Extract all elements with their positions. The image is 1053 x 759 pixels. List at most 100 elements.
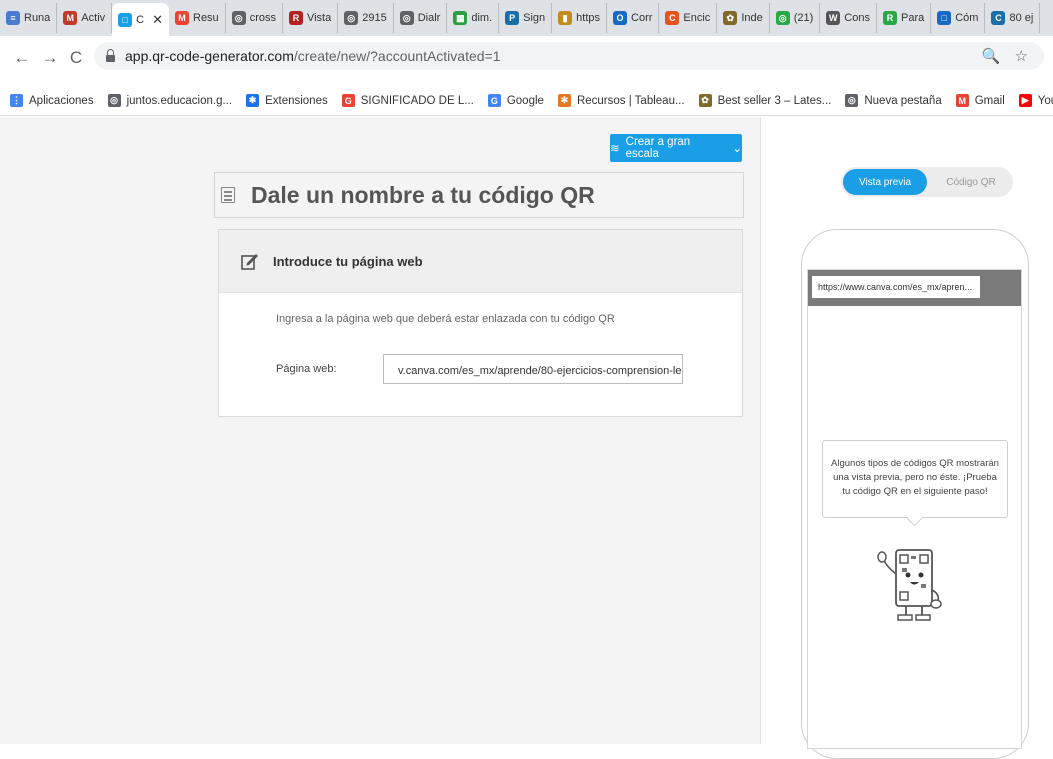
browser-tab[interactable]: ▮ https	[552, 3, 608, 33]
bookmark-label: YouTube	[1037, 94, 1053, 107]
bookmark-label: juntos.educacion.g...	[126, 94, 233, 107]
browser-tab[interactable]: ▦ dim.	[447, 3, 500, 33]
layers-icon: ≋	[610, 143, 620, 155]
bulk-create-button[interactable]: ≋ Crear a gran escala ⌄	[610, 134, 742, 162]
tab-favicon-icon: M	[63, 11, 78, 25]
bookmark-icon: G	[487, 94, 501, 107]
qr-name-input[interactable]: Dale un nombre a tu código QR	[214, 172, 744, 218]
phone-screen: https://www.canva.com/es_mx/apren... Alg…	[807, 269, 1022, 749]
address-bar[interactable]: app.qr-code-generator.com/create/new/?ac…	[94, 42, 1044, 70]
tab-favicon-icon: M	[175, 11, 189, 25]
bookmark-item[interactable]: ✱ Extensiones	[246, 94, 328, 107]
tab-label: Vista	[306, 12, 332, 24]
chevron-down-icon: ⌄	[732, 143, 742, 155]
tab-qr-code[interactable]: Código QR	[931, 169, 1011, 195]
qr-name-placeholder: Dale un nombre a tu código QR	[251, 182, 595, 208]
bookmark-item[interactable]: ⋮ Aplicaciones	[10, 94, 94, 107]
browser-toolbar: ← → C app.qr-code-generator.com/create/n…	[0, 36, 1053, 86]
bookmark-item[interactable]: M Gmail	[955, 94, 1005, 107]
website-card-header[interactable]: Introduce tu página web	[219, 230, 742, 293]
bookmark-item[interactable]: ◎ juntos.educacion.g...	[107, 94, 233, 107]
bookmark-label: Google	[506, 94, 544, 107]
tab-favicon-icon: ◎	[231, 11, 246, 25]
document-icon	[221, 187, 235, 203]
phone-url: https://www.canva.com/es_mx/apren...	[812, 276, 980, 298]
bookmark-label: Extensiones	[265, 94, 328, 107]
tab-label: cross	[249, 12, 276, 24]
website-card-description: Ingresa a la página web que deberá estar…	[276, 313, 615, 325]
tab-label: 80 ej	[1009, 12, 1034, 24]
browser-tab[interactable]: ✿ Inde	[717, 3, 770, 33]
bookmark-label: Aplicaciones	[29, 94, 94, 107]
bookmark-icon: ⋮	[10, 94, 23, 107]
website-card-title: Introduce tu página web	[273, 254, 423, 269]
tab-label: Runa	[24, 12, 51, 24]
bookmark-icon: M	[955, 94, 969, 107]
bookmark-item[interactable]: G Google	[487, 94, 544, 107]
tab-favicon-icon: ◎	[775, 11, 790, 25]
tab-favicon-icon: □	[937, 11, 952, 25]
tab-label: C	[136, 13, 145, 26]
tab-label: Dialr	[417, 12, 441, 24]
tab-label: dim.	[471, 12, 493, 24]
website-url-label: Página web:	[276, 363, 337, 375]
tab-label: Inde	[741, 12, 763, 24]
website-url-input[interactable]: v.canva.com/es_mx/aprende/80-ejercicios-…	[383, 354, 683, 384]
tab-favicon-icon: P	[505, 11, 520, 25]
editor-pane: ≋ Crear a gran escala ⌄ Dale un nombre a…	[0, 117, 760, 744]
bookmark-icon: ✿	[698, 94, 712, 107]
preview-toggle: Vista previa Código QR	[841, 167, 1013, 197]
browser-tab[interactable]: R Para	[877, 3, 932, 33]
bookmark-star-icon[interactable]: ☆	[1015, 47, 1028, 65]
tab-label: Encic	[683, 12, 711, 24]
back-icon[interactable]: ←	[12, 48, 32, 68]
bookmark-label: SIGNIFICADO DE L...	[360, 94, 474, 107]
zoom-icon[interactable]: 🔍	[982, 47, 1001, 65]
edit-icon	[241, 254, 258, 270]
tab-favicon-icon: R	[288, 11, 303, 25]
browser-tab[interactable]: P Sign	[499, 3, 553, 33]
browser-tab[interactable]: ◎ 2915	[338, 3, 394, 33]
browser-tab[interactable]: ≡ Runa	[0, 3, 58, 33]
tab-label: Cons	[844, 12, 870, 24]
tab-label: Sign	[523, 12, 546, 24]
browser-tab[interactable]: □ C ✕	[112, 3, 169, 36]
bookmarks-bar: ⋮ Aplicaciones ◎ juntos.educacion.g... ✱ Exte…	[0, 86, 1053, 116]
qr-mascot-icon	[877, 549, 942, 621]
tab-label: (21)	[793, 12, 814, 24]
bookmark-item[interactable]: G SIGNIFICADO DE L...	[341, 94, 474, 107]
browser-tab[interactable]: W Cons	[820, 3, 877, 33]
tab-favicon-icon: R	[882, 11, 897, 25]
close-tab-icon[interactable]: ✕	[152, 12, 163, 28]
browser-tab[interactable]: C 80 ej	[985, 3, 1041, 33]
tab-label: Cóm	[955, 12, 979, 24]
browser-tab[interactable]: O Corr	[607, 3, 660, 33]
bookmark-item[interactable]: ✿ Best seller 3 – Lates...	[698, 94, 831, 107]
tab-label: Para	[900, 12, 925, 24]
bookmark-icon: ▶	[1018, 94, 1032, 107]
url-text[interactable]: app.qr-code-generator.com/create/new/?ac…	[125, 48, 501, 64]
browser-tab[interactable]: R Vista	[283, 3, 339, 33]
page-content: ≋ Crear a gran escala ⌄ Dale un nombre a…	[0, 117, 1053, 759]
bookmark-item[interactable]: ✻ Recursos | Tableau...	[557, 94, 685, 107]
url-host: app.qr-code-generator.com	[125, 48, 294, 64]
bookmark-icon: ◎	[107, 94, 121, 107]
browser-tab[interactable]: □ Cóm	[931, 3, 986, 33]
browser-tab[interactable]: ◎ cross	[226, 3, 283, 33]
browser-tab[interactable]: C Encic	[659, 3, 718, 33]
bookmark-label: Recursos | Tableau...	[576, 94, 685, 107]
tab-favicon-icon: C	[991, 11, 1006, 25]
browser-tab[interactable]: ◎ (21)	[770, 3, 821, 33]
bookmark-icon: G	[341, 94, 355, 107]
website-url-value: v.canva.com/es_mx/aprende/80-ejercicios-…	[398, 365, 683, 377]
browser-tab[interactable]: M Resu	[169, 3, 226, 33]
tab-preview[interactable]: Vista previa	[843, 169, 927, 195]
bulk-create-label: Crear a gran escala	[625, 136, 691, 160]
forward-icon[interactable]: →	[40, 48, 60, 68]
reload-icon[interactable]: C	[66, 48, 86, 68]
tab-favicon-icon: O	[613, 11, 628, 25]
bookmark-item[interactable]: ◎ Nueva pestaña	[845, 94, 942, 107]
browser-tab[interactable]: ◎ Dialr	[394, 3, 448, 33]
browser-tab[interactable]: M Activ	[57, 3, 113, 33]
bookmark-item[interactable]: ▶ YouTube	[1018, 94, 1053, 107]
